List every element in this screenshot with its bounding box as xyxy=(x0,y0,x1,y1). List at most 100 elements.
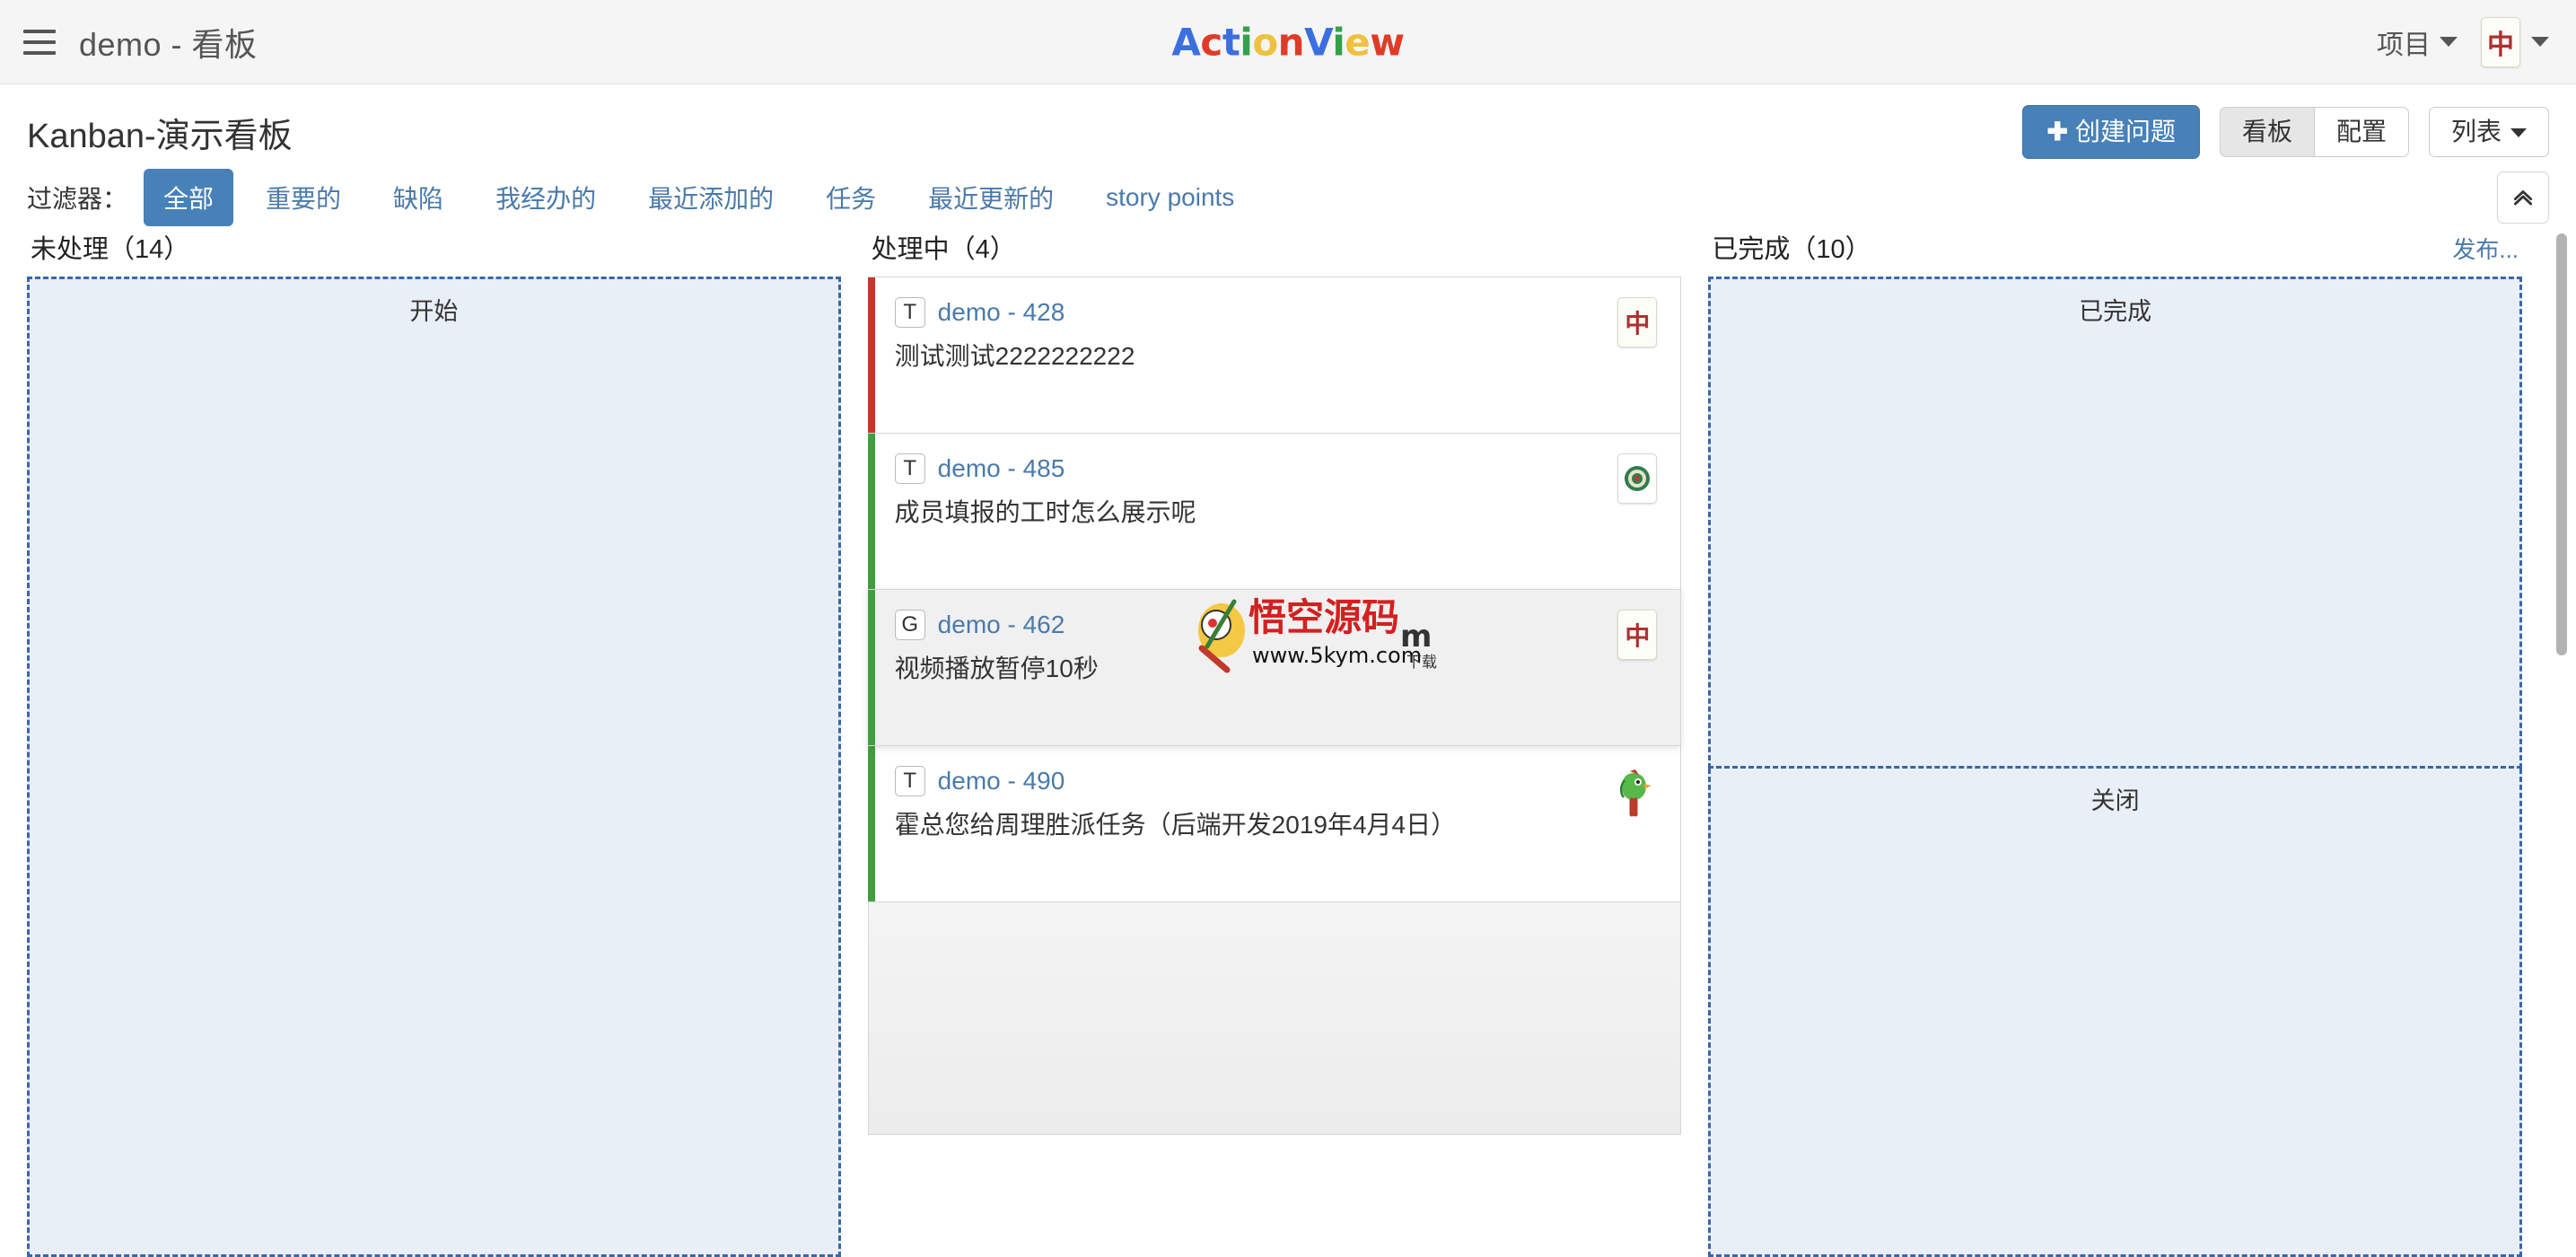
card-header: Tdemo - 490 xyxy=(894,766,1597,796)
chevron-down-icon xyxy=(2510,128,2527,138)
list-dropdown-button[interactable]: 列表 xyxy=(2428,106,2549,158)
navbar-right: 项目 中 xyxy=(2377,16,2576,67)
collapse-filters-button[interactable] xyxy=(2497,171,2549,224)
view-button-配置[interactable]: 配置 xyxy=(2313,106,2409,158)
avatar: 中 xyxy=(2481,16,2520,67)
column-header: 处理中（4） xyxy=(868,228,1682,277)
priority-stripe xyxy=(867,590,875,745)
app-logo[interactable]: ActionView xyxy=(1171,20,1405,64)
dropzone-关闭[interactable]: 关闭 xyxy=(1708,768,2523,1257)
filter-item-缺陷[interactable]: 缺陷 xyxy=(373,169,463,226)
column-header: 已完成（10） 发布... xyxy=(1708,228,2522,277)
column-title: 未处理（14） xyxy=(31,235,190,264)
issue-title: 成员填报的工时怎么展示呢 xyxy=(894,498,1196,526)
view-toggle-group: 看板 配置 xyxy=(2219,106,2409,158)
issue-card[interactable]: Gdemo - 462 视频播放暂停10秒 中 xyxy=(867,589,1682,746)
column-empty-area[interactable] xyxy=(867,901,1682,1135)
filter-bar: 过滤器： 全部 重要的 缺陷 我经办的 最近添加的 任务 最近更新的 story points xyxy=(0,160,2576,228)
logo-letter-8: e xyxy=(1345,20,1371,64)
issue-type-icon: T xyxy=(894,453,925,484)
issue-type-icon: T xyxy=(894,297,925,328)
parrot-avatar-icon xyxy=(1620,769,1652,817)
chevron-down-icon xyxy=(2440,37,2458,47)
navbar-left: demo - 看板 xyxy=(0,19,258,66)
filter-item-最近更新的[interactable]: 最近更新的 xyxy=(908,169,1073,226)
avatar: 中 xyxy=(1617,610,1658,660)
filter-item-重要的[interactable]: 重要的 xyxy=(246,169,361,226)
list-dropdown-label: 列表 xyxy=(2450,117,2502,145)
logo-letter-5: n xyxy=(1277,20,1305,64)
priority-stripe xyxy=(867,746,875,901)
issue-title: 视频播放暂停10秒 xyxy=(894,655,1099,682)
assignee-avatar[interactable] xyxy=(1610,766,1657,882)
issue-key-link[interactable]: demo - 428 xyxy=(938,298,1065,327)
hamburger-icon[interactable] xyxy=(23,29,56,55)
dropzone-开始[interactable]: 开始 xyxy=(27,277,841,1257)
issue-title: 测试测试2222222222 xyxy=(894,342,1135,370)
avatar xyxy=(1617,453,1658,504)
navbar-title: demo - 看板 xyxy=(79,25,258,63)
scrollbar-thumb[interactable] xyxy=(2556,233,2567,655)
issue-card[interactable]: Tdemo - 490 霍总您给周理胜派任务（后端开发2019年4月4日） xyxy=(867,745,1682,902)
assignee-avatar[interactable] xyxy=(1617,453,1658,569)
filter-item-全部[interactable]: 全部 xyxy=(144,169,234,226)
logo-letter-7: i xyxy=(1332,20,1345,64)
issue-card[interactable]: Tdemo - 485 成员填报的工时怎么展示呢 xyxy=(867,433,1682,590)
page-header: Kanban-演示看板 ✚ 创建问题 看板 配置 列表 xyxy=(0,84,2576,160)
priority-stripe xyxy=(867,277,875,433)
filter-items: 全部 重要的 缺陷 我经办的 最近添加的 任务 最近更新的 story points xyxy=(144,169,1254,226)
filter-item-最近添加的[interactable]: 最近添加的 xyxy=(628,169,793,226)
column-title: 处理中（4） xyxy=(871,235,1016,264)
project-menu-label: 项目 xyxy=(2377,30,2431,60)
logo-letter-2: t xyxy=(1222,20,1240,64)
logo-letter-4: o xyxy=(1252,20,1278,64)
hamburger-bar xyxy=(23,40,56,44)
dropzone-stack: 已完成 关闭 xyxy=(1708,277,2523,1257)
issue-key-link[interactable]: demo - 462 xyxy=(938,611,1065,639)
card-body: Tdemo - 428 测试测试2222222222 xyxy=(894,297,1604,413)
filter-item-任务[interactable]: 任务 xyxy=(806,169,896,226)
logo-letter-6: V xyxy=(1304,20,1333,64)
card-list: Tdemo - 428 测试测试2222222222 中 Tdemo - 485 成员填… xyxy=(867,277,1682,1135)
view-button-看板[interactable]: 看板 xyxy=(2219,106,2315,158)
column-header: 未处理（14） xyxy=(27,228,841,277)
assignee-avatar[interactable]: 中 xyxy=(1617,610,1658,725)
kanban-board: 未处理（14） 开始 处理中（4） Tdemo - 428 测试测试2222222222… xyxy=(0,228,2576,1257)
logo-letter-9: w xyxy=(1370,20,1405,64)
issue-card[interactable]: Tdemo - 428 测试测试2222222222 中 xyxy=(867,277,1682,434)
assignee-avatar[interactable]: 中 xyxy=(1617,297,1658,413)
dropzone-已完成[interactable]: 已完成 xyxy=(1708,277,2523,769)
card-body: Tdemo - 485 成员填报的工时怎么展示呢 xyxy=(894,453,1604,569)
card-header: Tdemo - 428 xyxy=(894,297,1604,328)
logo-letter-1: c xyxy=(1200,20,1222,64)
circle-avatar-icon xyxy=(1625,466,1651,491)
filter-item-我经办的[interactable]: 我经办的 xyxy=(476,169,616,226)
board-column-done: 已完成（10） 发布... 已完成 关闭 xyxy=(1708,228,2549,1257)
card-header: Gdemo - 462 xyxy=(894,610,1604,640)
board-scrollbar[interactable] xyxy=(2554,228,2569,1257)
card-header: Tdemo - 485 xyxy=(894,453,1604,484)
project-menu[interactable]: 项目 xyxy=(2377,22,2458,62)
create-issue-button[interactable]: ✚ 创建问题 xyxy=(2022,104,2200,160)
column-body: 开始 xyxy=(27,277,841,1257)
avatar: 中 xyxy=(1617,297,1658,347)
column-title: 已完成（10） xyxy=(1712,235,1871,264)
plus-icon: ✚ xyxy=(2046,117,2068,145)
hamburger-bar xyxy=(23,50,56,55)
dropzone-stack: 开始 xyxy=(27,277,841,1257)
create-issue-label: 创建问题 xyxy=(2074,117,2176,145)
priority-stripe xyxy=(867,434,875,589)
chevron-double-up-icon xyxy=(2513,190,2533,206)
chevron-down-icon xyxy=(2531,37,2549,47)
logo-letter-3: i xyxy=(1240,20,1253,64)
issue-key-link[interactable]: demo - 490 xyxy=(938,767,1065,796)
issue-type-icon: G xyxy=(894,610,925,640)
user-menu[interactable]: 中 xyxy=(2481,16,2549,67)
page-title: Kanban-演示看板 xyxy=(27,117,293,155)
release-link[interactable]: 发布... xyxy=(2452,232,2519,265)
filter-label: 过滤器： xyxy=(27,185,128,213)
filter-item-story points[interactable]: story points xyxy=(1086,172,1254,223)
logo-letter-0: A xyxy=(1171,20,1201,64)
top-navbar: demo - 看板 ActionView 项目 中 xyxy=(0,0,2576,84)
issue-key-link[interactable]: demo - 485 xyxy=(938,454,1065,483)
